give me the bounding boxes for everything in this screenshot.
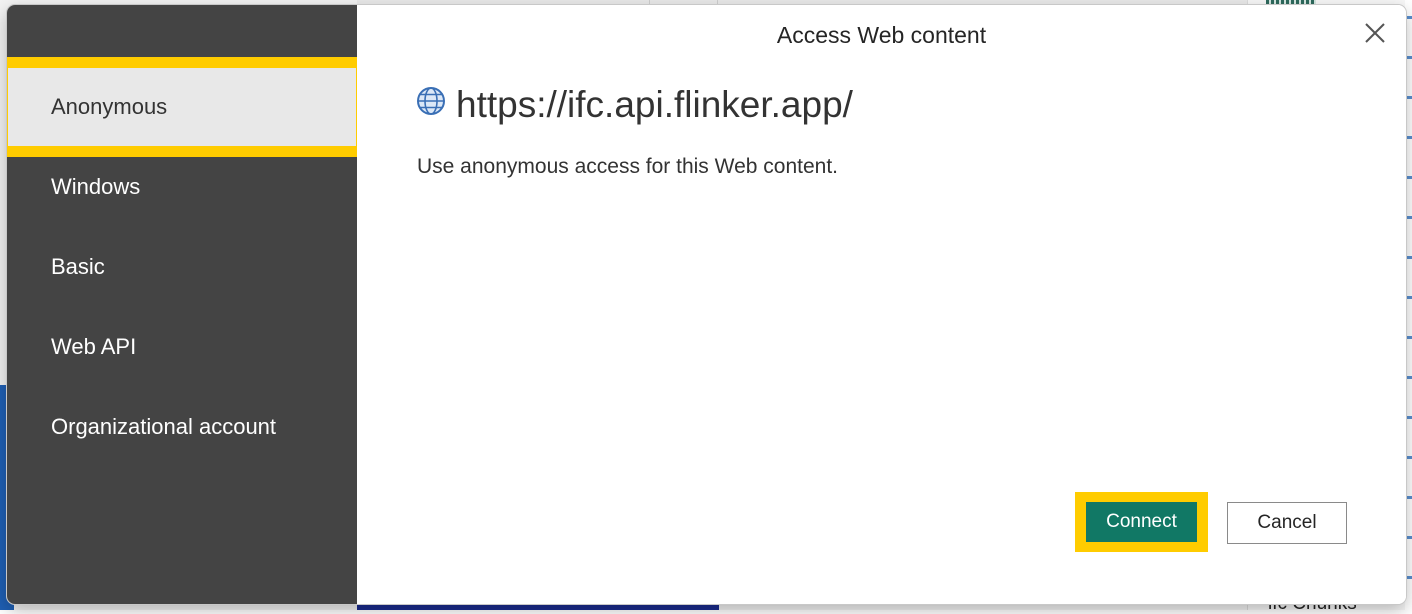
dialog-title: Access Web content: [776, 22, 987, 48]
access-web-content-dialog: Anonymous Windows Basic Web API Organiza…: [7, 5, 1406, 604]
auth-method-anonymous[interactable]: Anonymous: [7, 57, 367, 157]
globe-icon: [417, 87, 445, 115]
auth-method-label: Basic: [51, 254, 105, 279]
auth-method-nav: Anonymous Windows Basic Web API Organiza…: [7, 5, 367, 604]
auth-method-windows[interactable]: Windows: [7, 147, 357, 227]
auth-method-label: Web API: [51, 334, 137, 359]
background-bottom-bar: [357, 604, 719, 610]
auth-method-label: Windows: [51, 174, 141, 199]
auth-method-label: Organizational account: [51, 414, 277, 439]
access-description: Use anonymous access for this Web conten…: [417, 155, 838, 178]
close-icon[interactable]: [1361, 19, 1389, 47]
auth-method-web-api[interactable]: Web API: [7, 307, 357, 387]
auth-method-label: Anonymous: [51, 94, 168, 119]
url-text: https://ifc.api.flinker.app/: [456, 84, 853, 125]
background-grid: [1405, 0, 1412, 610]
connect-button[interactable]: Connect: [1086, 502, 1197, 542]
auth-method-organizational-account[interactable]: Organizational account: [7, 387, 357, 467]
url-row: https://ifc.api.flinker.app/: [416, 81, 853, 129]
dialog-content: Access Web content https://ifc.api.flink…: [357, 5, 1406, 604]
auth-method-basic[interactable]: Basic: [7, 227, 357, 307]
cancel-button[interactable]: Cancel: [1227, 502, 1347, 544]
